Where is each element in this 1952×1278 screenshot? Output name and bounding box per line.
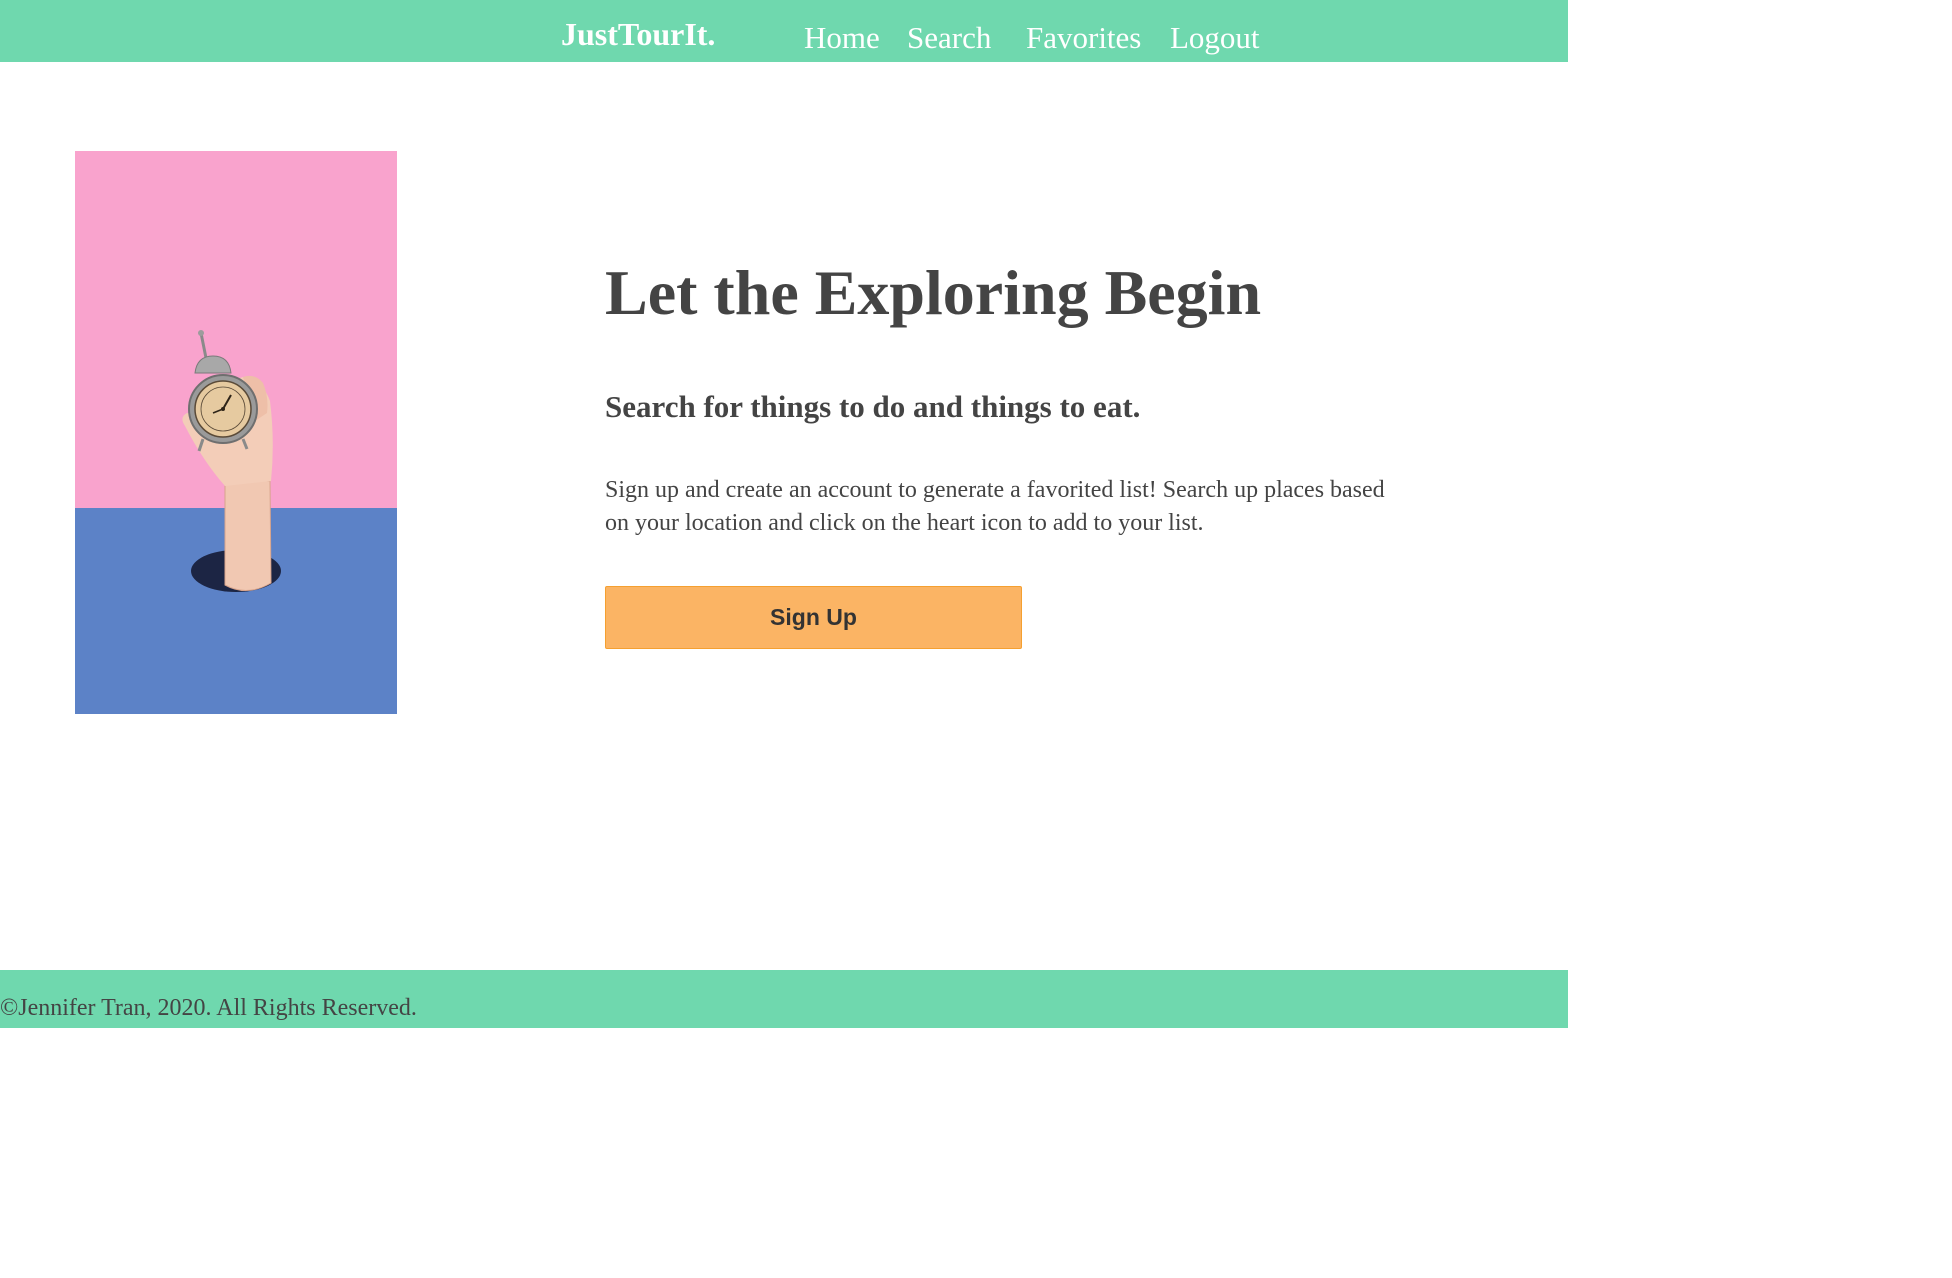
hero-image-hand-holding-clock bbox=[75, 151, 397, 714]
hero-subheadline: Search for things to do and things to ea… bbox=[605, 389, 1141, 424]
hero-headline: Let the Exploring Begin bbox=[605, 257, 1262, 328]
page-footer: ©Jennifer Tran, 2020. All Rights Reserve… bbox=[0, 970, 1568, 1028]
hero-description: Sign up and create an account to generat… bbox=[605, 477, 1385, 536]
nav-home-link[interactable]: Home bbox=[804, 22, 880, 53]
copyright-text: ©Jennifer Tran, 2020. All Rights Reserve… bbox=[0, 995, 417, 1021]
sign-up-button[interactable]: Sign Up bbox=[605, 586, 1022, 649]
brand-logo-link[interactable]: JustTourIt. bbox=[561, 18, 715, 50]
nav-favorites-link[interactable]: Favorites bbox=[1026, 22, 1141, 53]
nav-search-link[interactable]: Search bbox=[907, 22, 991, 53]
top-navbar: JustTourIt. Home Search Favorites Logout bbox=[0, 0, 1568, 62]
nav-logout-link[interactable]: Logout bbox=[1170, 22, 1260, 53]
